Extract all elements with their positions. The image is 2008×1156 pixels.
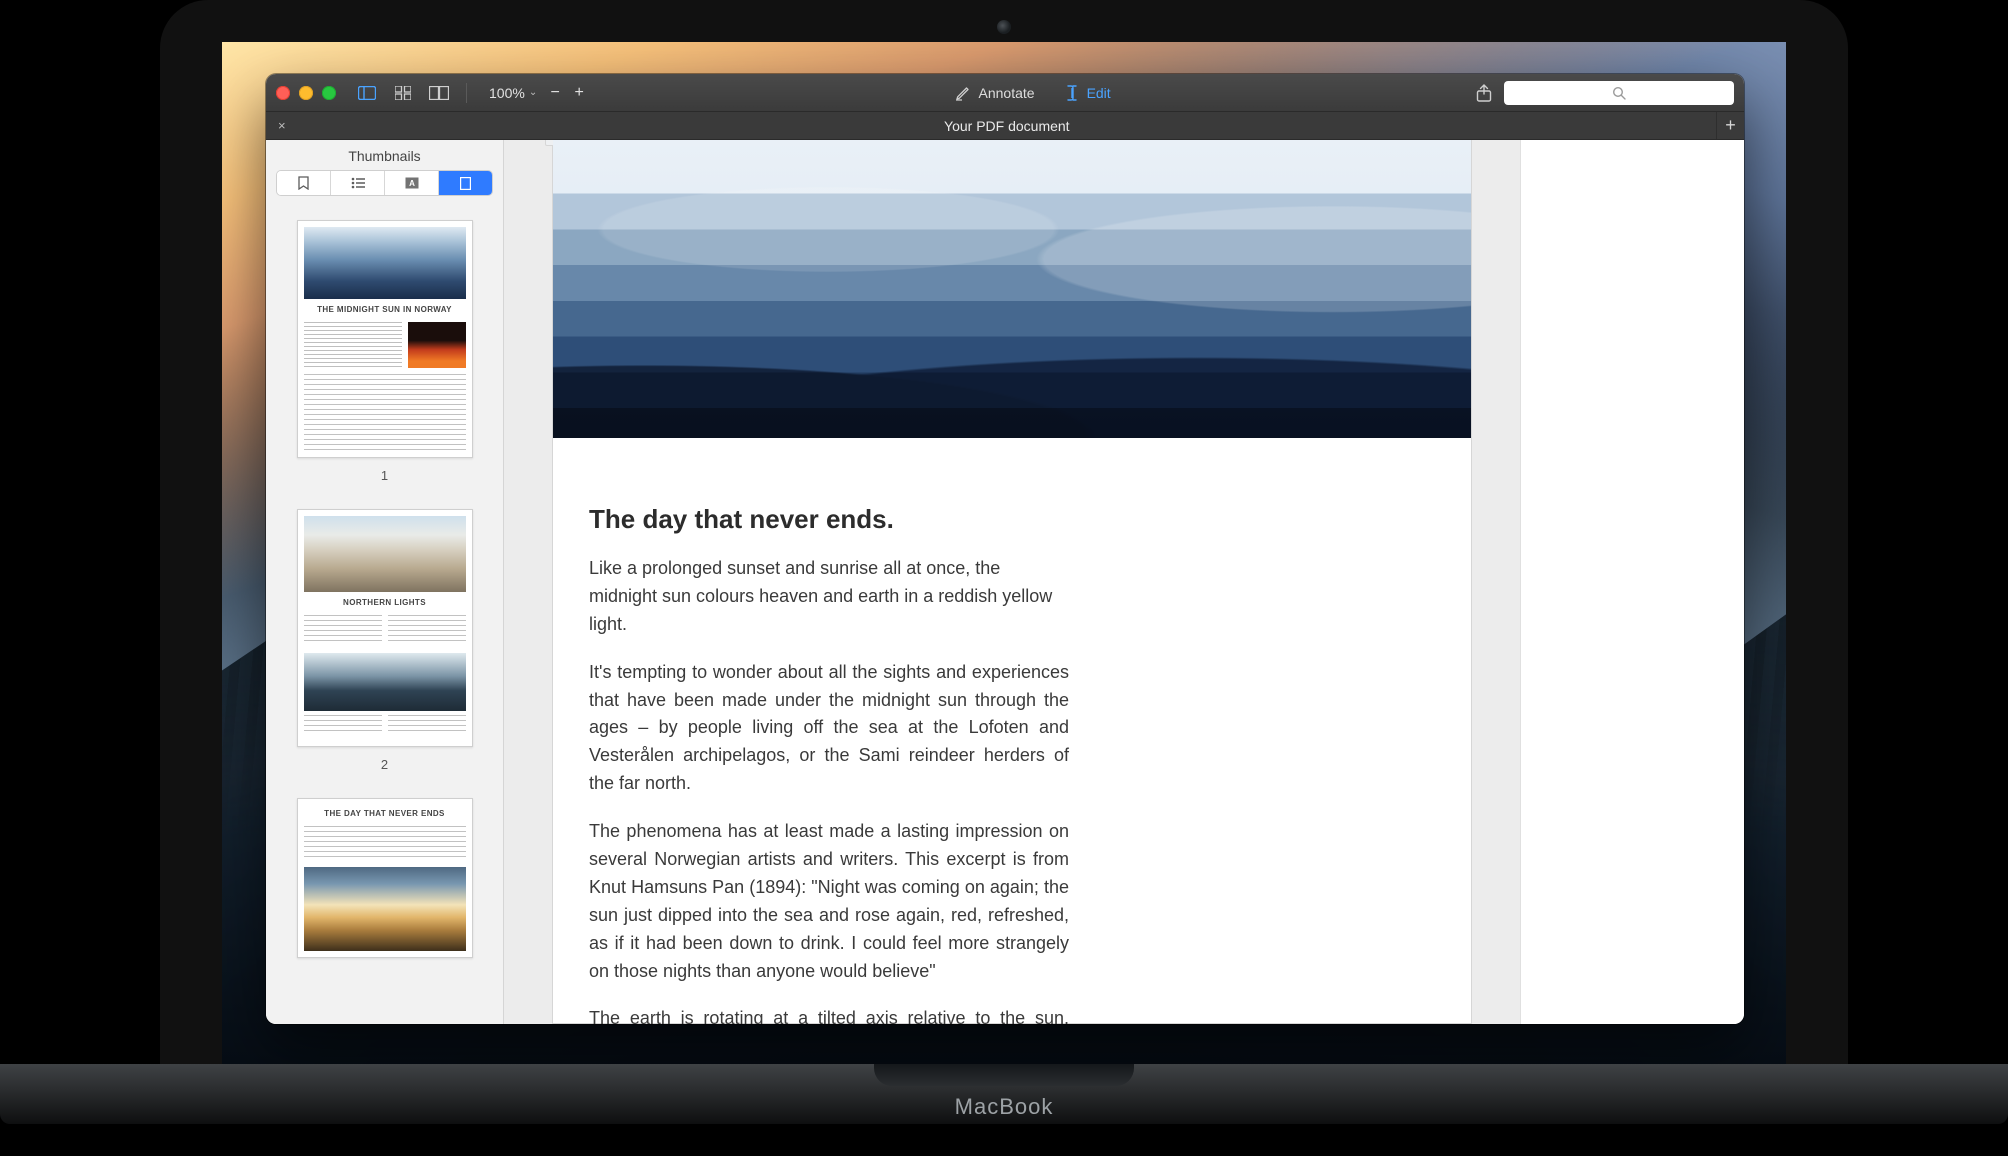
paragraph: The earth is rotating at a tilted axis r… bbox=[589, 1005, 1069, 1024]
screen: 100% ⌄ − + Annotate bbox=[222, 42, 1786, 1064]
document-viewer[interactable]: The day that never ends. Like a prolonge… bbox=[504, 140, 1520, 1024]
hero-image-mountains bbox=[553, 140, 1471, 438]
sidebar-annotations-tab[interactable]: A bbox=[385, 171, 439, 195]
share-icon bbox=[1476, 84, 1492, 102]
thumbnail-image bbox=[304, 867, 466, 951]
toolbar-right bbox=[1476, 81, 1734, 105]
toolbar-center: Annotate Edit bbox=[599, 85, 1466, 101]
page-icon bbox=[460, 177, 471, 190]
thumbnail-image bbox=[304, 653, 466, 711]
toolbar: 100% ⌄ − + Annotate bbox=[266, 74, 1744, 112]
edit-label: Edit bbox=[1087, 85, 1111, 101]
window-close-button[interactable] bbox=[276, 86, 290, 100]
sidebar-thumbnails-tab[interactable] bbox=[439, 171, 492, 195]
thumbnail-title: THE DAY THAT NEVER ENDS bbox=[304, 809, 466, 818]
window-traffic-lights bbox=[276, 86, 336, 100]
zoom-out-button[interactable]: − bbox=[545, 84, 565, 102]
thumbnail-image bbox=[304, 227, 466, 299]
sidebar-bookmarks-tab[interactable] bbox=[277, 171, 331, 195]
view-two-page-button[interactable] bbox=[426, 81, 452, 105]
share-button[interactable] bbox=[1476, 84, 1492, 102]
search-icon bbox=[1612, 86, 1626, 100]
zoom-dropdown[interactable]: 100% ⌄ bbox=[485, 83, 541, 103]
sidebar-title: Thumbnails bbox=[266, 140, 503, 170]
thumbnail-list[interactable]: THE MIDNIGHT SUN IN NORWAY 1 NORTHERN LI… bbox=[266, 204, 503, 1024]
annotate-mode-button[interactable]: Annotate bbox=[955, 85, 1035, 101]
thumbnail-image bbox=[304, 516, 466, 592]
document-page: The day that never ends. Like a prolonge… bbox=[552, 140, 1472, 1024]
paragraph: It's tempting to wonder about all the si… bbox=[589, 659, 1069, 798]
page-heading: The day that never ends. bbox=[589, 504, 1069, 535]
document-tab[interactable]: × bbox=[266, 112, 298, 139]
window-minimize-button[interactable] bbox=[299, 86, 313, 100]
toolbar-separator bbox=[466, 83, 467, 103]
view-thumbnails-button[interactable] bbox=[390, 81, 416, 105]
two-page-icon bbox=[429, 86, 449, 100]
thumbnail-title: THE MIDNIGHT SUN IN NORWAY bbox=[304, 305, 466, 314]
sidebar-mode-segmented: A bbox=[276, 170, 493, 196]
sidebar: Thumbnails A bbox=[266, 140, 504, 1024]
laptop-frame: 100% ⌄ − + Annotate bbox=[160, 0, 1848, 1064]
tab-title: Your PDF document bbox=[298, 112, 1716, 139]
edit-mode-button[interactable]: Edit bbox=[1065, 85, 1111, 101]
zoom-in-button[interactable]: + bbox=[569, 84, 589, 102]
camera-dot bbox=[997, 20, 1011, 34]
new-tab-button[interactable]: + bbox=[1716, 112, 1744, 139]
app-body: Thumbnails A bbox=[266, 140, 1744, 1024]
thumbnail-page-2[interactable]: NORTHERN LIGHTS bbox=[297, 509, 473, 747]
thumbnail-inline-image bbox=[408, 322, 466, 368]
laptop-brand: MacBook bbox=[955, 1094, 1054, 1120]
toggle-sidebar-button[interactable] bbox=[354, 81, 380, 105]
zoom-controls: 100% ⌄ − + bbox=[485, 83, 589, 103]
grid-icon bbox=[395, 86, 411, 100]
thumbnail-page-3[interactable]: THE DAY THAT NEVER ENDS bbox=[297, 798, 473, 958]
sidebar-icon bbox=[358, 86, 376, 100]
text-icon: A bbox=[405, 177, 419, 189]
annotate-label: Annotate bbox=[979, 85, 1035, 101]
paragraph: The phenomena has at least made a lastin… bbox=[589, 818, 1069, 985]
thumbnail-page-number: 1 bbox=[381, 468, 388, 483]
inspector-panel bbox=[1520, 140, 1744, 1024]
svg-text:A: A bbox=[409, 179, 415, 188]
tab-bar: × Your PDF document + bbox=[266, 112, 1744, 140]
window-maximize-button[interactable] bbox=[322, 86, 336, 100]
laptop-base: MacBook bbox=[0, 1064, 2008, 1124]
thumbnail-title: NORTHERN LIGHTS bbox=[304, 598, 466, 607]
zoom-value: 100% bbox=[489, 85, 525, 101]
bookmark-icon bbox=[298, 176, 309, 190]
thumbnail-page-number: 2 bbox=[381, 757, 388, 772]
close-tab-icon[interactable]: × bbox=[278, 118, 286, 133]
search-field[interactable] bbox=[1504, 81, 1734, 105]
text-cursor-icon bbox=[1065, 85, 1079, 101]
paragraph: Like a prolonged sunset and sunrise all … bbox=[589, 555, 1069, 639]
thumbnail-page-1[interactable]: THE MIDNIGHT SUN IN NORWAY bbox=[297, 220, 473, 458]
laptop-notch bbox=[874, 1064, 1134, 1086]
pdf-app-window: 100% ⌄ − + Annotate bbox=[266, 74, 1744, 1024]
chevron-down-icon: ⌄ bbox=[529, 87, 537, 98]
pencil-icon bbox=[955, 85, 971, 101]
page-text-content: The day that never ends. Like a prolonge… bbox=[553, 438, 1105, 1024]
sidebar-outline-tab[interactable] bbox=[331, 171, 385, 195]
list-icon bbox=[351, 177, 365, 189]
